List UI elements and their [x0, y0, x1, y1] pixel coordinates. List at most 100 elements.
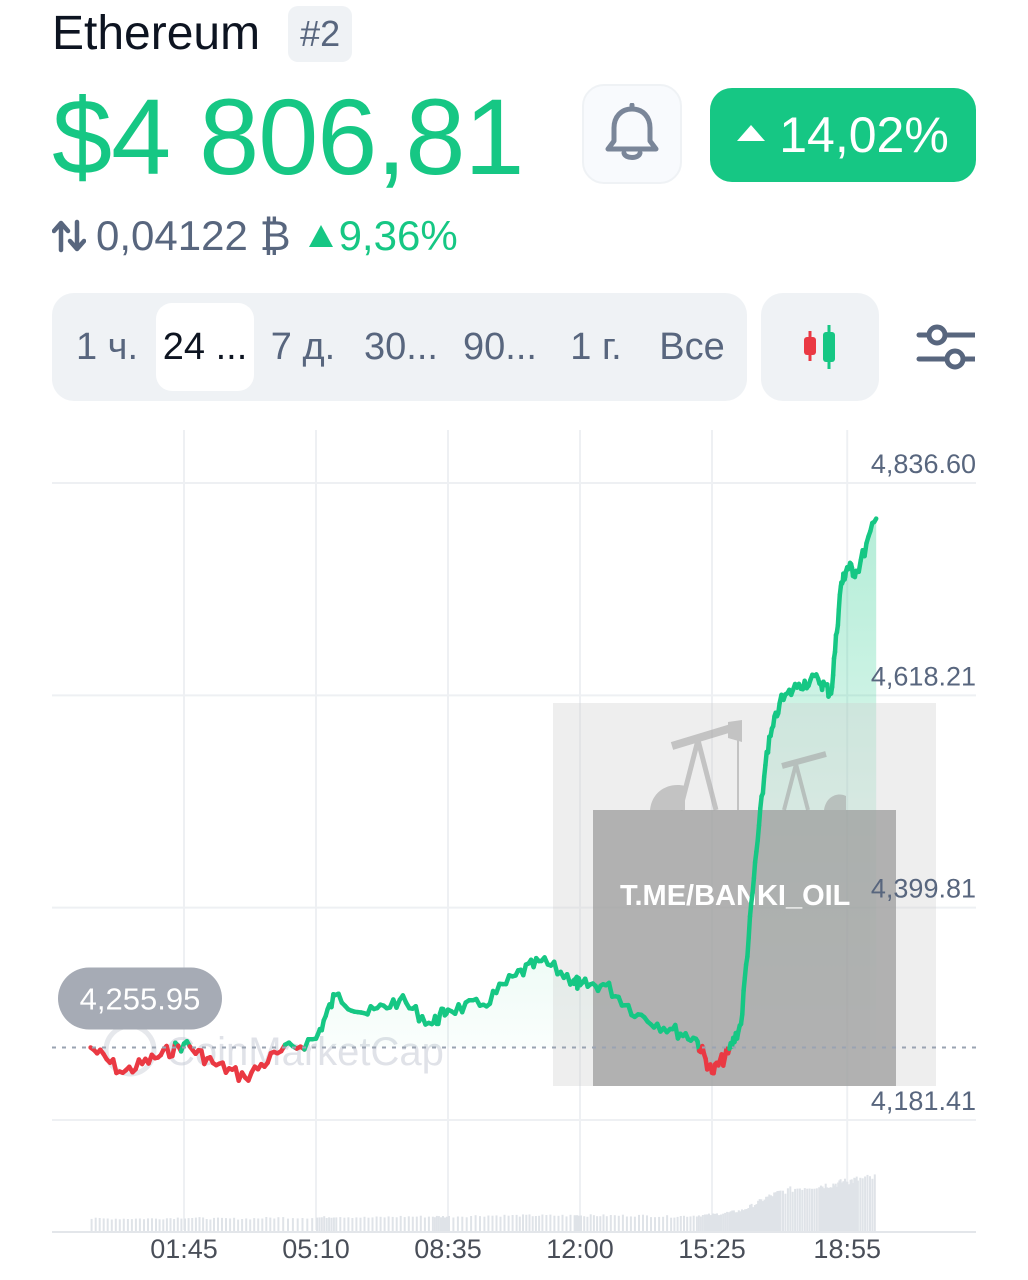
volume-bar [474, 1215, 477, 1231]
volume-bar [198, 1217, 201, 1231]
volume-bar [666, 1215, 669, 1231]
volume-bar [237, 1219, 240, 1231]
volume-bar [638, 1214, 640, 1231]
volume-bar [343, 1217, 346, 1231]
btc-price-row[interactable]: 0,04122 ₿ 9,36% [52, 212, 458, 260]
baseline-value: 4,255.95 [80, 982, 201, 1017]
volume-bar [169, 1218, 172, 1231]
btc-price: 0,04122 ₿ [96, 212, 291, 259]
volume-bar [869, 1176, 871, 1231]
volume-bar [335, 1217, 338, 1231]
up-triangle-icon [308, 225, 333, 247]
chart-settings-button[interactable] [912, 316, 978, 378]
volume-bar [528, 1214, 531, 1231]
volume-bar [706, 1214, 708, 1231]
volume-bar [229, 1218, 232, 1231]
current-price: $4 806,81 [52, 76, 524, 197]
volume-bar [871, 1178, 874, 1231]
volume-bar [90, 1218, 93, 1231]
volume-bar [205, 1219, 208, 1231]
tab-1h[interactable]: 1 ч. [68, 303, 146, 391]
price-line-segment [746, 914, 753, 940]
volume-bar [531, 1216, 534, 1231]
volume-bar [446, 1216, 448, 1231]
tab-90d[interactable]: 90... [454, 303, 546, 391]
volume-bar [351, 1218, 354, 1231]
volume-bar [650, 1217, 652, 1231]
volume-bar [225, 1218, 227, 1231]
volume-bar [253, 1218, 256, 1231]
price-line-segment [740, 988, 746, 1017]
volume-bar [605, 1216, 608, 1231]
volume-bar [609, 1215, 612, 1231]
price-change-badge: 14,02% [710, 88, 976, 182]
volume-bar [673, 1217, 676, 1231]
volume-bar [122, 1218, 125, 1231]
swap-arrows-icon [52, 219, 86, 253]
volume-bar [861, 1178, 864, 1231]
volume-bar [311, 1218, 314, 1231]
volume-bar [483, 1216, 486, 1231]
volume-bar [403, 1217, 406, 1231]
y-axis-tick-label: 4,618.21 [871, 661, 976, 691]
rank-badge: #2 [288, 6, 353, 62]
volume-bar [363, 1216, 366, 1231]
volume-bar [859, 1177, 862, 1231]
price-line-segment [872, 516, 879, 525]
volume-bar [697, 1215, 700, 1231]
volume-bar [427, 1216, 430, 1231]
volume-bar [375, 1216, 378, 1231]
tab-all[interactable]: Все [646, 303, 738, 391]
x-axis-tick-label: 05:10 [282, 1234, 350, 1264]
volume-bar [347, 1217, 350, 1231]
volume-bar [511, 1215, 514, 1231]
tab-7d[interactable]: 7 д. [264, 303, 342, 391]
volume-bar [491, 1215, 494, 1231]
volume-bar [184, 1218, 186, 1231]
volume-bar [718, 1215, 720, 1231]
coin-name: Ethereum [52, 7, 261, 60]
volume-bar [282, 1217, 285, 1231]
volume-bar [176, 1217, 179, 1231]
price-line-segment [830, 656, 837, 678]
volume-bar [452, 1217, 455, 1231]
volume-bar [134, 1218, 137, 1231]
volume-bar [325, 1218, 328, 1231]
volume-bar [726, 1211, 729, 1231]
price-chart[interactable]: CoinMarketCap T.ME/BANKI_OIL 4,836.604,6… [0, 420, 1028, 1280]
x-axis-tick-label: 01:45 [150, 1234, 218, 1264]
price-line-segment [760, 774, 767, 796]
btc-change: 9,36% [308, 212, 458, 260]
tab-1y[interactable]: 1 г. [558, 303, 634, 391]
volume-bar [437, 1216, 440, 1231]
volume-bar [534, 1216, 537, 1231]
y-axis-tick-label: 4,399.81 [871, 874, 976, 904]
baseline-label: 4,255.95 [58, 967, 222, 1030]
volume-bar [257, 1218, 260, 1231]
volume-bar [613, 1215, 616, 1231]
volume-bar [811, 1188, 813, 1231]
volume-bar [716, 1213, 718, 1231]
tab-24h[interactable]: 24 ... [156, 303, 254, 391]
volume-bar [143, 1219, 145, 1231]
volume-bar [440, 1217, 442, 1231]
tab-30d[interactable]: 30... [356, 303, 446, 391]
volume-bar [708, 1213, 710, 1231]
volume-bar [456, 1216, 459, 1231]
volume-bar [98, 1218, 101, 1231]
volume-bar [583, 1216, 586, 1231]
volume-bar [245, 1218, 248, 1231]
chart-type-button[interactable] [761, 293, 879, 401]
volume-bar [586, 1216, 589, 1231]
volume-bar [633, 1216, 636, 1231]
volume-bar [720, 1214, 722, 1231]
volume-bar [654, 1217, 656, 1231]
volume-bar [784, 1193, 787, 1231]
price-alert-button[interactable] [582, 84, 682, 184]
price-line-segment [755, 823, 762, 843]
volume-bar [798, 1188, 801, 1231]
volume-bar [495, 1215, 498, 1231]
overlay-watermark-text: T.ME/BANKI_OIL [620, 880, 850, 912]
volume-bar [712, 1213, 714, 1231]
volume-bar [617, 1215, 620, 1231]
